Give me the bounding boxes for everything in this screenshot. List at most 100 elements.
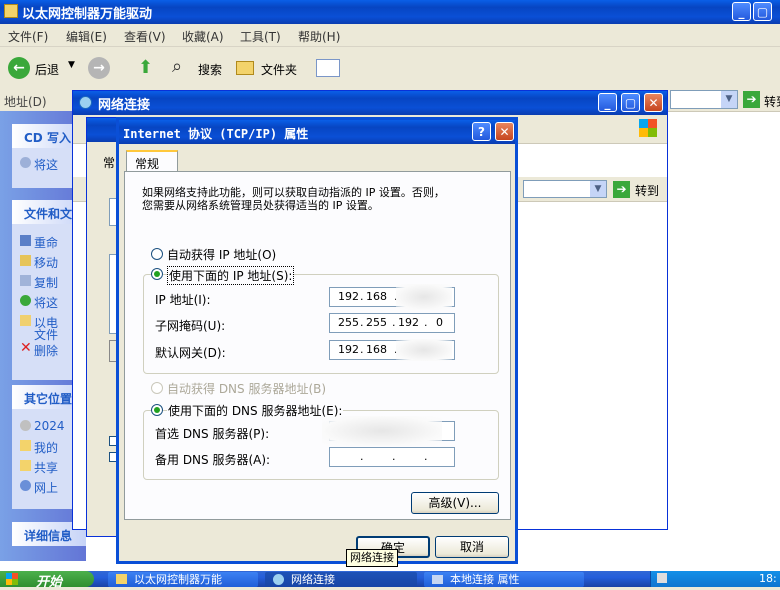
ip-address-label: IP 地址(I):	[155, 293, 211, 307]
redacted-blur	[396, 284, 452, 310]
copy-icon	[20, 275, 31, 286]
task-network-connections[interactable]: 网络连接	[265, 572, 417, 587]
place-network[interactable]: 网上	[20, 479, 58, 496]
auto-ip-radio[interactable]	[151, 248, 163, 260]
maximize-button[interactable]: ▢	[753, 2, 772, 21]
drive-icon	[20, 420, 31, 431]
help-button[interactable]: ?	[472, 122, 491, 141]
minimize-button[interactable]: _	[732, 2, 751, 21]
place-shared[interactable]: 共享	[20, 459, 58, 476]
my-documents-icon	[20, 440, 31, 451]
alternate-dns-input[interactable]: . . .	[329, 447, 455, 467]
move-item[interactable]: 移动	[20, 254, 58, 271]
back-button-label[interactable]: 后退	[35, 61, 59, 78]
tcpip-title-bar[interactable]: Internet 协议 (TCP/IP) 属性 ? ✕	[119, 120, 515, 144]
system-tray: CSDN @jc.cc 18:	[650, 559, 780, 587]
manual-ip-label[interactable]: 使用下面的 IP 地址(S):	[167, 266, 295, 285]
start-button[interactable]: 开始	[0, 571, 94, 590]
mask-octet-4: 0	[436, 316, 443, 329]
menu-favorites[interactable]: 收藏(A)	[182, 28, 224, 45]
tab-general[interactable]: 常规	[126, 150, 178, 172]
tcpip-title: Internet 协议 (TCP/IP) 属性	[123, 127, 309, 141]
publish-item[interactable]: 将这	[20, 294, 58, 311]
netconn-go-label[interactable]: 转到	[635, 182, 659, 199]
explorer-title-bar[interactable]: 以太网控制器万能驱动 _ ▢	[0, 0, 780, 24]
rename-item[interactable]: 重命	[20, 234, 58, 251]
place-2024[interactable]: 2024	[20, 419, 65, 433]
manual-dns-label[interactable]: 使用下面的 DNS 服务器地址(E):	[167, 402, 344, 419]
delete-item[interactable]: ✕ 删除	[20, 341, 58, 359]
advanced-button[interactable]: 高级(V)...	[411, 492, 499, 514]
task-explorer[interactable]: 以太网控制器万能	[108, 572, 258, 587]
preferred-dns-input[interactable]	[322, 416, 455, 446]
csdn-watermark: CSDN @jc.cc	[703, 559, 768, 570]
subnet-mask-input[interactable]: 255 . 255 . 192 . 0	[329, 313, 455, 333]
menu-view[interactable]: 查看(V)	[124, 28, 166, 45]
forward-arrow-icon[interactable]: →	[88, 57, 110, 79]
publish-icon	[20, 295, 31, 306]
menu-file[interactable]: 文件(F)	[8, 28, 48, 45]
auto-ip-label[interactable]: 自动获得 IP 地址(O)	[167, 246, 276, 263]
clock: 18:	[759, 572, 777, 585]
email-icon	[20, 315, 31, 326]
dns-dot: .	[424, 450, 428, 463]
cd-write-item[interactable]: 将这	[20, 156, 58, 173]
copy-item[interactable]: 复制	[20, 274, 58, 291]
local-connection-tab[interactable]: 常	[103, 154, 115, 171]
auto-dns-label[interactable]: 自动获得 DNS 服务器地址(B)	[167, 380, 326, 397]
go-button-label[interactable]: 转到	[764, 93, 780, 110]
tcpip-properties-dialog: Internet 协议 (TCP/IP) 属性 ? ✕ 常规 如果网络支持此功能…	[116, 117, 518, 564]
menu-tools[interactable]: 工具(T)	[240, 28, 281, 45]
folders-button-label[interactable]: 文件夹	[261, 61, 297, 78]
search-button-label[interactable]: 搜索	[198, 61, 222, 78]
ip-address-input[interactable]: 192 . 168 .	[329, 284, 455, 310]
subnet-mask-label: 子网掩码(U):	[155, 319, 226, 333]
menu-edit[interactable]: 编辑(E)	[66, 28, 107, 45]
menu-help[interactable]: 帮助(H)	[298, 28, 340, 45]
auto-dns-radio[interactable]	[151, 382, 163, 394]
tab-general-label: 常规	[135, 157, 160, 171]
gw-dot: .	[360, 343, 364, 356]
netconn-address-dropdown-icon[interactable]: ▼	[590, 181, 606, 197]
netconn-title-bar[interactable]: 网络连接 _ ▢ ✕	[73, 91, 667, 115]
mask-dot: .	[360, 316, 364, 329]
folders-icon[interactable]	[236, 61, 254, 75]
back-dropdown-icon[interactable]: ▼	[68, 60, 75, 70]
cd-icon	[20, 157, 31, 168]
explorer-title: 以太网控制器万能驱动	[22, 7, 153, 22]
netconn-minimize-button[interactable]: _	[598, 93, 617, 112]
network-icon	[79, 96, 92, 109]
email-item-line2[interactable]: 文件	[34, 326, 58, 343]
up-folder-icon[interactable]: ⬆	[138, 57, 153, 78]
back-arrow-icon[interactable]: ←	[8, 57, 30, 79]
ip-octet-2: 168	[366, 290, 387, 303]
tray-icon-1[interactable]	[657, 573, 667, 583]
netconn-address-input[interactable]: ▼	[523, 180, 607, 198]
task-properties-label: 本地连接 属性	[450, 573, 520, 586]
address-dropdown-icon[interactable]: ▼	[721, 91, 737, 108]
cancel-button[interactable]: 取消	[435, 536, 509, 558]
search-icon[interactable]: ⌕	[172, 56, 182, 77]
folder-icon	[4, 4, 18, 18]
task-local-properties[interactable]: 本地连接 属性	[424, 572, 584, 587]
place-my[interactable]: 我的	[20, 439, 58, 456]
alternate-dns-label: 备用 DNS 服务器(A):	[155, 453, 271, 467]
netconn-maximize-button[interactable]: ▢	[621, 93, 640, 112]
menu-bar: 文件(F) 编辑(E) 查看(V) 收藏(A) 工具(T) 帮助(H)	[0, 24, 780, 47]
tooltip: 网络连接	[346, 549, 398, 567]
mask-octet-1: 255	[338, 316, 359, 329]
manual-ip-radio[interactable]	[151, 268, 163, 280]
netconn-go-arrow-icon[interactable]: ➔	[613, 181, 630, 198]
windows-logo-icon	[639, 119, 657, 137]
address-input[interactable]: ▼	[670, 90, 738, 109]
go-arrow-icon[interactable]: ➔	[743, 91, 760, 108]
description-line-2: 您需要从网络系统管理员处获得适当的 IP 设置。	[142, 199, 379, 212]
task-network-icon	[273, 574, 284, 585]
dns-dot: .	[392, 450, 396, 463]
netconn-close-button[interactable]: ✕	[644, 93, 663, 112]
gateway-input[interactable]: 192 . 168 .	[329, 339, 455, 361]
views-icon[interactable]	[316, 59, 340, 77]
tcpip-close-button[interactable]: ✕	[495, 122, 514, 141]
gw-octet-2: 168	[366, 343, 387, 356]
manual-dns-radio[interactable]	[151, 404, 163, 416]
